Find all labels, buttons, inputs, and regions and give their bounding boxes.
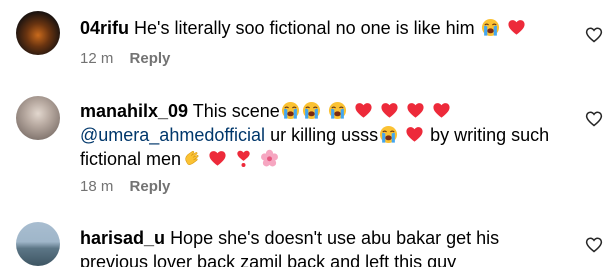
loudly-crying-face-icon (302, 101, 321, 120)
timestamp: 18 m (80, 178, 114, 195)
like-heart-icon[interactable] (585, 26, 603, 44)
cherry-blossom-icon (260, 149, 279, 168)
comment-item: manahilx_09 This scene @umera_ahmedoffic… (0, 84, 614, 208)
like-heart-icon[interactable] (585, 110, 603, 128)
username[interactable]: harisad_u (80, 228, 165, 248)
comment-meta: 18 m Reply (80, 178, 170, 195)
comment-body: He's literally soo fictional no one is l… (134, 18, 475, 38)
comment-body: ur killing usss (270, 125, 379, 145)
username[interactable]: 04rifu (80, 18, 129, 38)
red-heart-icon (406, 101, 425, 120)
comment-item: harisad_u Hope she's doesn't use abu bak… (0, 208, 614, 267)
like-heart-icon[interactable] (585, 236, 603, 254)
mention-link[interactable]: @umera_ahmedofficial (80, 125, 265, 145)
reply-button[interactable]: Reply (130, 178, 171, 195)
red-heart-icon (432, 101, 451, 120)
red-heart-icon (405, 125, 424, 144)
comment-item: 04rifu He's literally soo fictional no o… (0, 0, 614, 84)
red-heart-icon (208, 149, 227, 168)
avatar[interactable] (16, 222, 60, 266)
loudly-crying-face-icon (379, 125, 398, 144)
avatar[interactable] (16, 96, 60, 140)
loudly-crying-face-icon (328, 101, 347, 120)
red-heart-icon (380, 101, 399, 120)
reply-button[interactable]: Reply (130, 50, 171, 67)
timestamp: 12 m (80, 50, 114, 67)
comment-text: manahilx_09 This scene @umera_ahmedoffic… (80, 99, 554, 171)
waving-hand-icon (182, 149, 201, 168)
red-heart-icon (354, 101, 373, 120)
loudly-crying-face-icon (481, 18, 500, 37)
heart-exclamation-icon (234, 149, 253, 168)
comment-meta: 12 m Reply (80, 50, 170, 67)
comment-text: harisad_u Hope she's doesn't use abu bak… (80, 226, 554, 267)
comment-body: This scene (192, 101, 280, 121)
comment-text: 04rifu He's literally soo fictional no o… (80, 16, 554, 40)
username[interactable]: manahilx_09 (80, 101, 188, 121)
avatar[interactable] (16, 11, 60, 55)
loudly-crying-face-icon (281, 101, 300, 120)
red-heart-icon (507, 18, 526, 37)
